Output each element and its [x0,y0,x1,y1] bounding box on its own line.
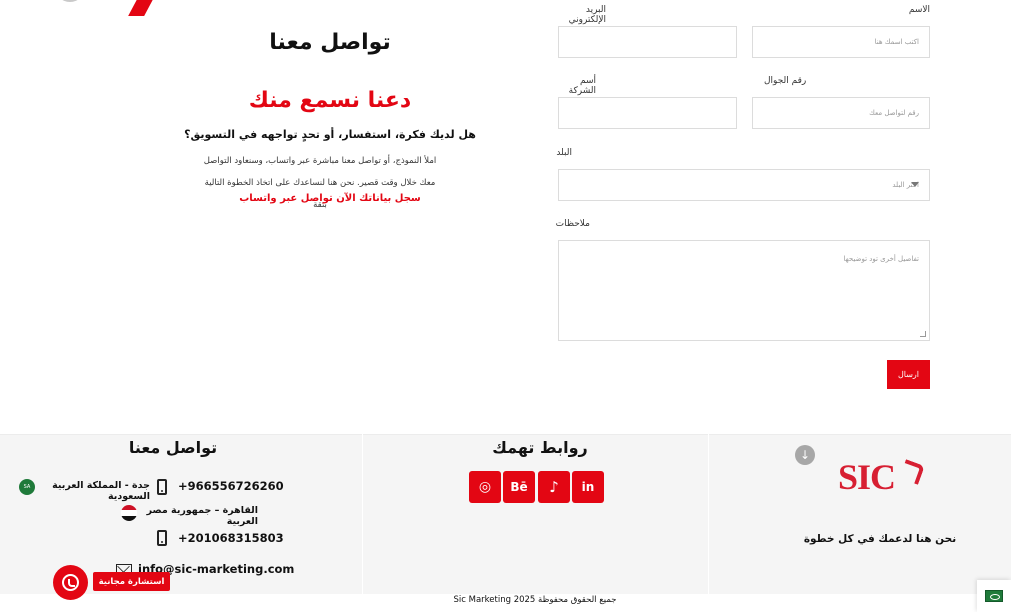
language-switcher[interactable] [977,580,1011,612]
whatsapp-button[interactable] [53,565,88,600]
phone-label-text: رقم الجوال [764,76,807,86]
whatsapp-icon [62,574,79,591]
footer-contact-title: تواصل معنا [128,438,218,457]
whatsapp-cta-link[interactable]: سجل بياناتك الآن تواصل عبر واتساب [170,193,490,204]
phone-icon [157,530,167,546]
location-eg-text: القاهرة – جمهورية مصر العربية [146,505,258,527]
chevron-down-icon [911,182,919,187]
scroll-down-icon[interactable]: ↓ [795,445,815,465]
intro-question: هل لديك فكرة، استفسار، أو تحدٍ تواجهه في… [184,128,476,141]
submit-button[interactable]: ارسال [887,360,930,389]
country-label: البلد [556,148,572,158]
tiktok-icon[interactable]: ♪ [538,471,570,503]
footer-tagline: نحن هنا لدعمك في كل خطوة [803,533,957,545]
phone-sa-text[interactable]: +966556726260 [178,479,284,493]
phone-icon [157,479,167,495]
footer-links-title: روابط تهمك [492,438,588,457]
footer-column-separator [708,434,709,594]
behance-icon[interactable]: Bē [503,471,535,503]
location-sa-text: جدة - المملكة العربية السعودية [52,480,150,502]
notes-label: ملاحظات [555,219,590,229]
email-label: البريد الإلكتروني [568,5,606,25]
resize-handle-icon[interactable] [920,331,926,337]
free-consultation-label[interactable]: استشارة مجانية [93,572,170,591]
name-label: الاسم [908,5,930,15]
company-label: أسم الشركة [568,76,596,96]
company-input[interactable] [558,97,737,129]
saudi-flag-icon [985,590,1003,602]
top-decor-red-shape [128,0,156,16]
page-title: تواصل معنا [269,30,391,55]
saudi-flag-icon: SA [19,479,35,495]
intro-description-line-1: املأ النموذج، أو تواصل معنا مباشرة عبر و… [203,156,437,166]
linkedin-icon[interactable]: in [572,471,604,503]
headline: دعنا نسمع منك [248,88,412,113]
notes-placeholder: تفاصيل أخرى تود توضيحها [843,255,919,263]
instagram-icon[interactable]: ◎ [469,471,501,503]
phone-label: رقم الجوال [752,76,930,86]
intro-description: املأ النموذج، أو تواصل معنا مباشرة عبر و… [200,150,440,216]
logo: SIC [838,457,896,497]
footer-divider [0,434,1011,435]
phone-eg-text[interactable]: +201068315803 [178,531,284,545]
country-select[interactable]: اختر البلد [558,169,930,201]
notes-textarea[interactable]: تفاصيل أخرى تود توضيحها [558,240,930,341]
copyright: جميع الحقوق محفوظة Sic Marketing 2025 [453,595,617,605]
email-input[interactable] [558,26,737,58]
name-input[interactable]: اكتب اسمك هنا [752,26,930,58]
egypt-flag-icon [121,505,137,521]
phone-input[interactable]: رقم لتواصل معك [752,97,930,129]
footer-column-separator [362,434,363,594]
top-decor-circle [55,0,85,2]
